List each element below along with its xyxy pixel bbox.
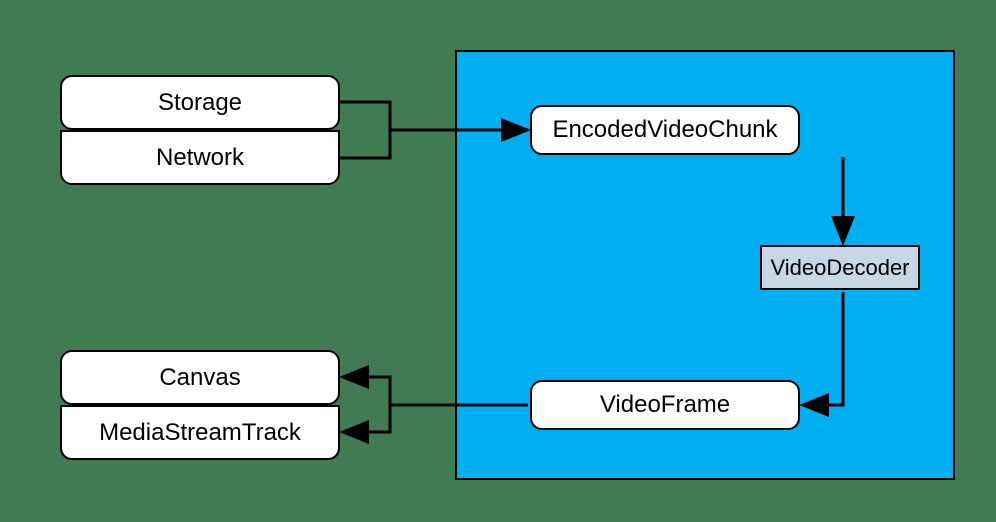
node-network-label: Network <box>156 144 244 172</box>
node-canvas-label: Canvas <box>159 364 240 392</box>
edge-bus2-to-canvas <box>345 377 390 405</box>
edge-storage-to-bus <box>340 102 390 130</box>
edge-bus2-to-mst <box>345 405 390 432</box>
node-encoded-video-chunk-label: EncodedVideoChunk <box>552 116 777 144</box>
node-storage-label: Storage <box>158 89 242 117</box>
node-network: Network <box>60 130 340 185</box>
node-media-stream-track-label: MediaStreamTrack <box>99 419 301 447</box>
node-video-decoder: VideoDecoder <box>760 245 920 290</box>
node-video-frame-label: VideoFrame <box>600 391 730 419</box>
node-video-decoder-label: VideoDecoder <box>770 255 909 281</box>
edge-network-to-bus <box>340 130 390 158</box>
node-video-frame: VideoFrame <box>530 380 800 430</box>
node-media-stream-track: MediaStreamTrack <box>60 405 340 460</box>
node-canvas: Canvas <box>60 350 340 405</box>
node-encoded-video-chunk: EncodedVideoChunk <box>530 105 800 155</box>
node-storage: Storage <box>60 75 340 130</box>
